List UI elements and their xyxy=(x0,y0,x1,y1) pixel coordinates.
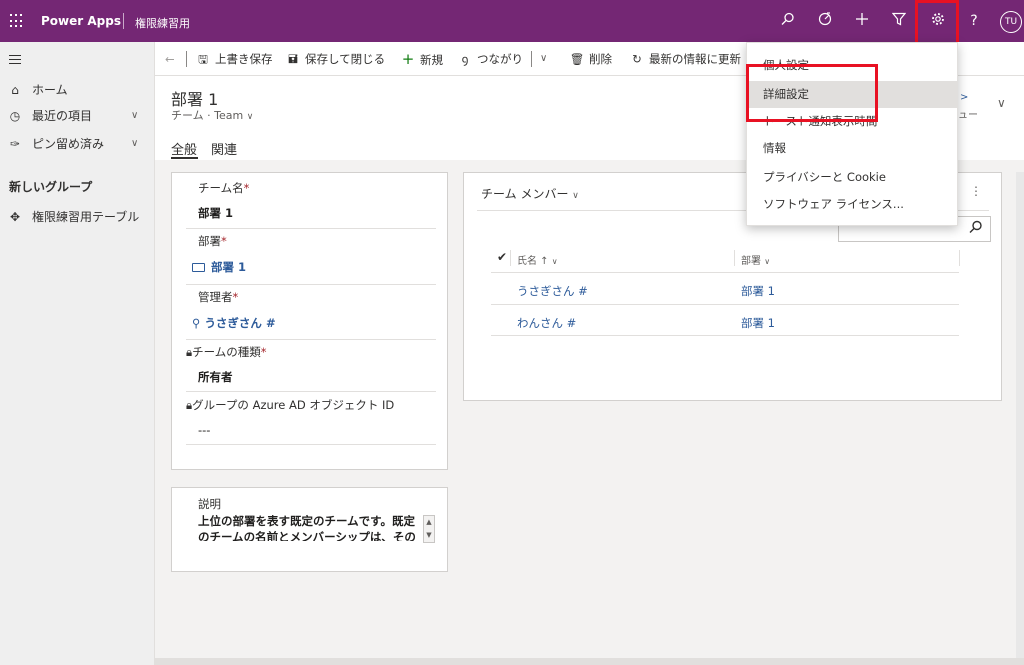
gear-highlight-box xyxy=(915,0,959,45)
header-divider xyxy=(123,13,124,29)
sidebar-item-label: ピン留め済み xyxy=(32,137,105,151)
azure-id-value: --- xyxy=(198,423,211,437)
app-name[interactable]: 権限練習用 xyxy=(135,15,190,31)
column-header-name[interactable]: 氏名 ↑ ∨ xyxy=(517,252,558,267)
puzzle-icon: ✥ xyxy=(9,210,21,224)
team-type-label: 🔒︎チームの種類* xyxy=(186,345,267,359)
command-divider xyxy=(531,51,532,67)
column-divider xyxy=(959,250,960,266)
chevron-down-icon: ∨ xyxy=(246,112,254,122)
refresh-button[interactable]: ↻ 最新の情報に更新 xyxy=(629,42,741,76)
description-scrollbar[interactable]: ▲ ▼ xyxy=(423,515,435,543)
team-name-value[interactable]: 部署 1 xyxy=(198,205,233,221)
advanced-settings-highlight-box xyxy=(746,64,878,122)
sidebar-item-table[interactable]: ✥ 権限練習用テーブル xyxy=(0,204,155,230)
menu-item-privacy[interactable]: プライバシーと Cookie xyxy=(747,164,957,191)
sidebar-item-recent[interactable]: ◷ 最近の項目 ∨ xyxy=(0,103,155,129)
chevron-down-icon[interactable]: ∨ xyxy=(131,103,138,129)
plus-icon: + xyxy=(401,50,415,68)
team-type-value: 所有者 xyxy=(198,370,233,384)
more-options-icon[interactable]: ⋮ xyxy=(970,184,982,198)
member-name-link[interactable]: わんさん # xyxy=(517,315,576,331)
table-row-divider xyxy=(491,335,959,336)
menu-item-software-license[interactable]: ソフトウェア ライセンス... xyxy=(747,191,957,218)
chevron-down-icon: ∨ xyxy=(764,257,771,266)
connections-icon: ꝯ xyxy=(461,52,469,66)
select-all-checkmark-icon[interactable]: ✔ xyxy=(497,250,507,264)
horizontal-scrollbar[interactable] xyxy=(155,658,1024,665)
plus-icon[interactable] xyxy=(852,11,872,31)
manager-lookup[interactable]: ⚲ うさぎさん # xyxy=(192,315,276,331)
target-icon[interactable] xyxy=(815,11,835,31)
manager-label: 管理者* xyxy=(198,290,239,304)
filter-icon[interactable] xyxy=(889,11,909,31)
home-icon: ⌂ xyxy=(11,83,19,97)
team-members-title[interactable]: チーム メンバー ∨ xyxy=(481,185,579,202)
chevron-down-icon: ∨ xyxy=(551,257,558,266)
business-unit-icon xyxy=(192,263,205,272)
save-button[interactable]: 🖫 上書き保存 xyxy=(195,42,272,76)
field-divider xyxy=(186,391,436,392)
tab-related[interactable]: 関連 xyxy=(211,139,237,158)
pin-icon: ✑ xyxy=(9,137,21,151)
peek-chevron[interactable]: > xyxy=(960,92,968,103)
clock-icon: ◷ xyxy=(9,109,21,123)
page-scrollbar[interactable] xyxy=(1016,172,1024,662)
header-expand-chevron-icon[interactable]: ∨ xyxy=(997,96,1006,110)
connect-chevron-down-icon[interactable]: ∨ xyxy=(540,42,547,76)
team-name-label: チーム名* xyxy=(198,181,250,195)
table-row-divider xyxy=(491,304,959,305)
refresh-icon: ↻ xyxy=(632,52,642,66)
new-button[interactable]: + 新規 xyxy=(400,42,443,76)
avatar[interactable]: TU xyxy=(1000,11,1022,33)
column-header-dept[interactable]: 部署 ∨ xyxy=(741,252,770,267)
delete-button[interactable]: 🗑 削除 xyxy=(569,42,612,76)
brand-name[interactable]: Power Apps xyxy=(41,14,121,28)
trash-icon: 🗑 xyxy=(569,52,585,66)
person-icon: ⚲ xyxy=(192,316,201,330)
search-icon[interactable] xyxy=(778,11,798,31)
sidebar-item-pinned[interactable]: ✑ ピン留め済み ∨ xyxy=(0,131,155,157)
sidebar-item-label: ホーム xyxy=(32,83,68,97)
sidebar-item-label: 権限練習用テーブル xyxy=(32,210,140,224)
sidebar-group-title: 新しいグループ xyxy=(9,180,93,194)
field-divider xyxy=(186,284,436,285)
azure-id-label: 🔒︎グループの Azure AD オブジェクト ID xyxy=(186,398,395,412)
app-header: Power Apps 権限練習用 ? TU xyxy=(0,0,1024,42)
sidebar-item-label: 最近の項目 xyxy=(32,109,93,123)
search-icon[interactable] xyxy=(969,220,983,237)
dept-label: 部署* xyxy=(198,234,227,248)
description-textarea[interactable]: 上位の部署を表す既定のチームです。既定 のチームの名前とメンバーシップは、その xyxy=(198,513,422,541)
save-icon: 🖫 xyxy=(198,52,208,66)
hamburger-icon[interactable] xyxy=(9,55,21,67)
command-divider xyxy=(186,51,187,67)
save-and-close-button[interactable]: 🖬 保存して閉じる xyxy=(285,42,385,76)
description-label: 説明 xyxy=(198,497,221,511)
save-close-icon: 🖬 xyxy=(288,52,298,66)
dept-lookup[interactable]: 部署 1 xyxy=(192,259,246,275)
field-divider xyxy=(186,444,436,445)
sidebar-item-home[interactable]: ⌂ ホーム xyxy=(0,77,155,103)
tab-general[interactable]: 全般 xyxy=(171,139,197,158)
column-divider xyxy=(734,250,735,266)
help-icon[interactable]: ? xyxy=(964,11,984,31)
peek-label: ュー xyxy=(958,110,978,121)
grid-header-line xyxy=(491,272,959,273)
field-divider xyxy=(186,339,436,340)
chevron-down-icon: ∨ xyxy=(572,191,579,201)
member-dept-link[interactable]: 部署 1 xyxy=(741,315,775,331)
active-tab-indicator xyxy=(171,157,198,159)
menu-item-about[interactable]: 情報 xyxy=(747,135,957,162)
app-launcher-icon[interactable] xyxy=(10,14,24,28)
record-subtitle[interactable]: チーム · Team ∨ xyxy=(171,107,253,123)
chevron-down-icon[interactable]: ∨ xyxy=(131,131,138,157)
column-divider xyxy=(510,250,511,266)
connect-button[interactable]: ꝯ つながり xyxy=(457,42,523,76)
back-arrow-icon[interactable]: ← xyxy=(165,42,175,76)
field-divider xyxy=(186,228,436,229)
member-dept-link[interactable]: 部署 1 xyxy=(741,283,775,299)
member-name-link[interactable]: うさぎさん # xyxy=(517,283,588,299)
